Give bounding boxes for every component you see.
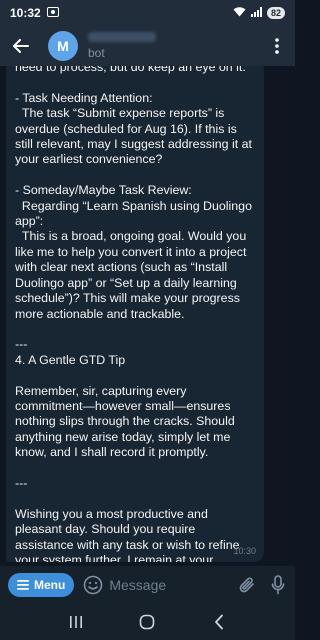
message-input[interactable] (109, 573, 228, 597)
home-icon (140, 614, 155, 630)
chat-area[interactable]: need to process, but do keep an eye on i… (0, 66, 295, 566)
system-nav-bar (0, 604, 295, 640)
signal-icon (250, 6, 262, 20)
chat-header: M bot (0, 26, 295, 66)
arrow-left-icon (13, 39, 29, 53)
home-button[interactable] (133, 608, 161, 636)
hamburger-icon (17, 580, 29, 590)
message-text: need to process, but do keep an eye on i… (15, 66, 252, 562)
wifi-icon (233, 6, 246, 20)
menu-button[interactable]: Menu (8, 573, 75, 597)
system-back-button[interactable] (205, 608, 233, 636)
microphone-icon (271, 575, 284, 595)
attach-button[interactable] (237, 574, 256, 596)
chevron-left-icon (215, 614, 224, 630)
screenshot-icon (46, 6, 59, 20)
chat-title-block[interactable]: bot (88, 32, 156, 60)
avatar[interactable]: M (48, 31, 78, 61)
paperclip-icon (239, 577, 254, 593)
message-bubble[interactable]: need to process, but do keep an eye on i… (6, 66, 264, 562)
battery-badge: 82 (266, 7, 285, 19)
chat-subtitle: bot (88, 46, 105, 60)
status-bar: 10:32 82 (0, 0, 295, 26)
voice-record-button[interactable] (268, 574, 287, 596)
recent-apps-icon (69, 616, 82, 628)
menu-button-label: Menu (34, 578, 66, 592)
status-time: 10:32 (10, 6, 41, 20)
more-vertical-icon (275, 38, 279, 54)
more-menu-button[interactable] (267, 33, 287, 59)
back-button[interactable] (8, 33, 34, 59)
smiley-icon (84, 575, 103, 595)
emoji-button[interactable] (83, 574, 103, 596)
input-bar: Menu (0, 566, 295, 604)
chat-name-blurred (88, 32, 156, 42)
message-time: 10:30 (233, 546, 256, 556)
recent-apps-button[interactable] (62, 608, 90, 636)
